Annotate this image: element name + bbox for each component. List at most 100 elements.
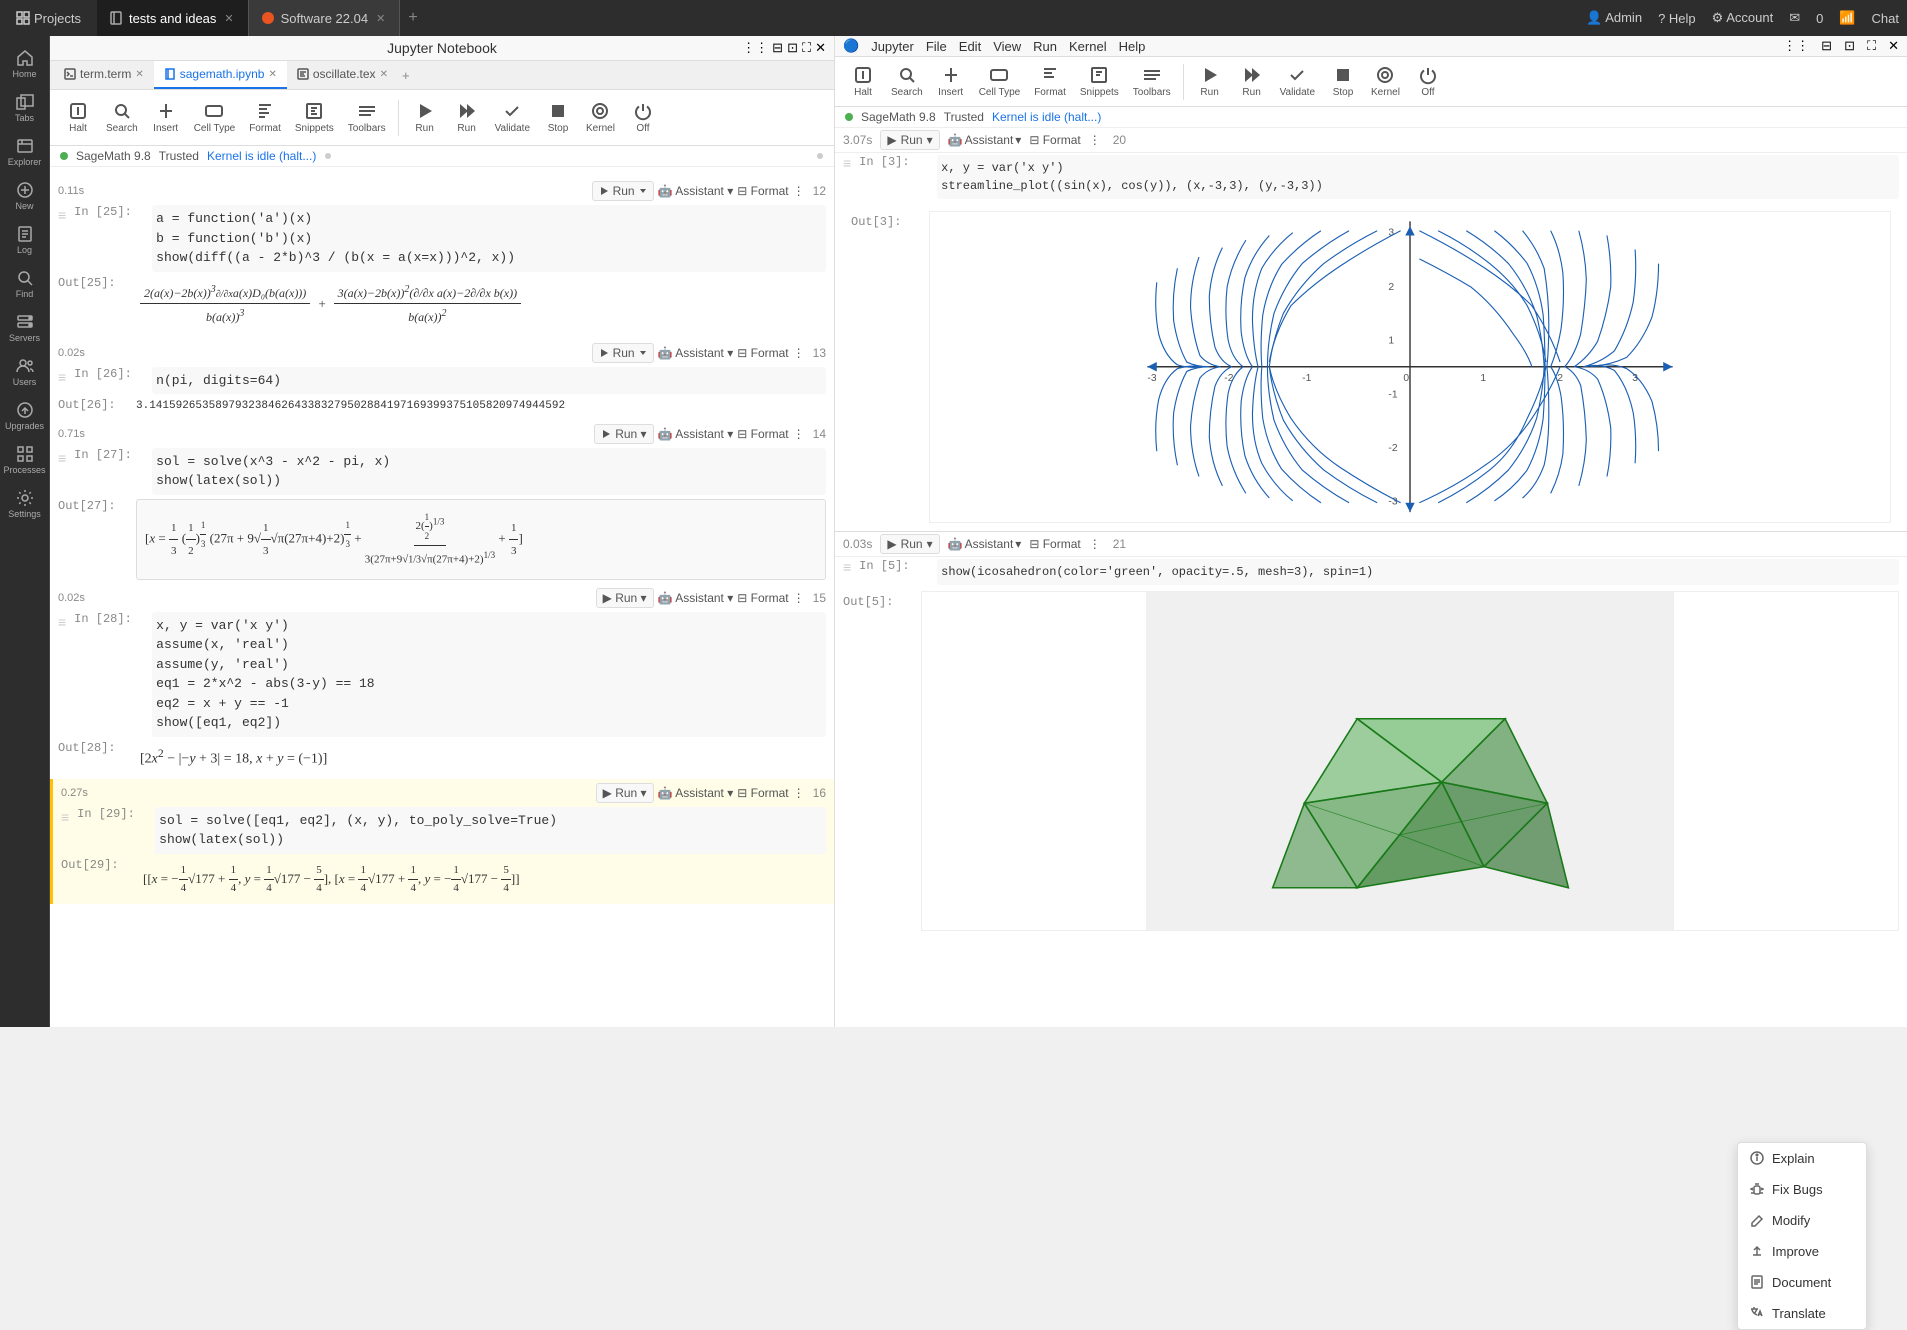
- sidebar-item-find[interactable]: Find: [5, 264, 45, 304]
- file-tab-term[interactable]: term.term ✕: [54, 61, 154, 89]
- dropdown-improve[interactable]: Improve: [1738, 1236, 1866, 1267]
- cell-28-drag[interactable]: ≡: [58, 612, 66, 630]
- expand-icon-right[interactable]: ⊡: [1844, 38, 1855, 54]
- close-icon-right[interactable]: ✕: [1888, 38, 1899, 54]
- kernel-btn-right[interactable]: Kernel: [1365, 61, 1406, 102]
- cell-type-btn-right[interactable]: Cell Type: [973, 61, 1027, 102]
- new-file-tab-btn[interactable]: +: [402, 68, 410, 83]
- right-bottom-menu[interactable]: ⋮: [1089, 537, 1101, 551]
- kernel-status-right[interactable]: Kernel is idle (halt...): [992, 110, 1101, 124]
- file-tab-close-term[interactable]: ✕: [135, 69, 143, 80]
- cell-27-format[interactable]: ⊟ Format: [737, 427, 788, 441]
- right-cell-3-code[interactable]: x, y = var('x y') streamline_plot((sin(x…: [937, 155, 1899, 199]
- menu-dots-right[interactable]: ⋮⋮: [1783, 38, 1809, 54]
- dropdown-explain[interactable]: Explain: [1738, 1143, 1866, 1174]
- stop-button[interactable]: Stop: [538, 97, 578, 138]
- right-cell-5-drag[interactable]: ≡: [843, 559, 851, 575]
- edit-menu[interactable]: Edit: [959, 39, 981, 54]
- run2-btn-right[interactable]: Run: [1232, 61, 1272, 102]
- cell-29-menu[interactable]: ⋮: [793, 786, 805, 800]
- admin-link[interactable]: 👤 Admin: [1586, 10, 1642, 26]
- split-icon-left[interactable]: ⊟: [772, 40, 783, 56]
- cell-28-format[interactable]: ⊟ Format: [737, 591, 788, 605]
- tab-software[interactable]: Software 22.04 ✕: [249, 0, 401, 36]
- file-tab-sagemath[interactable]: sagemath.ipynb ✕: [154, 61, 287, 89]
- toolbars-button[interactable]: Toolbars: [342, 97, 392, 138]
- run-button[interactable]: Run: [405, 97, 445, 138]
- dropdown-translate[interactable]: Translate: [1738, 1298, 1866, 1329]
- cell-25-format[interactable]: ⊟ Format: [737, 184, 788, 198]
- stop-btn-right[interactable]: Stop: [1323, 61, 1363, 102]
- file-tab-close-oscillate[interactable]: ✕: [380, 69, 388, 80]
- cell-type-button[interactable]: Cell Type: [188, 97, 242, 138]
- right-top-format[interactable]: ⊟ Format: [1029, 133, 1080, 147]
- cell-29-drag[interactable]: ≡: [61, 807, 69, 825]
- right-top-run[interactable]: ▶ Run ▾: [880, 130, 939, 150]
- help-link[interactable]: ? Help: [1658, 11, 1696, 26]
- format-btn-right[interactable]: Format: [1028, 61, 1072, 102]
- validate-button[interactable]: Validate: [489, 97, 536, 138]
- right-top-menu[interactable]: ⋮: [1089, 133, 1101, 147]
- right-bottom-format[interactable]: ⊟ Format: [1029, 537, 1080, 551]
- jupyter-label-right[interactable]: Jupyter: [871, 39, 914, 54]
- cell-27-drag[interactable]: ≡: [58, 448, 66, 466]
- cell-28-assistant[interactable]: 🤖 Assistant ▾: [658, 591, 734, 605]
- dropdown-modify[interactable]: Modify: [1738, 1205, 1866, 1236]
- dropdown-document[interactable]: Document: [1738, 1267, 1866, 1298]
- run2-button[interactable]: Run: [447, 97, 487, 138]
- sidebar-item-tabs[interactable]: Tabs: [5, 88, 45, 128]
- cell-27-run[interactable]: Run ▾: [594, 424, 653, 444]
- cell-27-code[interactable]: sol = solve(x^3 - x^2 - pi, x) show(late…: [152, 448, 826, 495]
- cell-25-assistant[interactable]: 🤖 Assistant ▾: [658, 184, 734, 198]
- cell-26-assistant[interactable]: 🤖 Assistant ▾: [658, 346, 734, 360]
- cell-28-run[interactable]: ▶ Run ▾: [596, 588, 654, 608]
- file-menu[interactable]: File: [926, 39, 947, 54]
- file-tab-oscillate[interactable]: oscillate.tex ✕: [287, 61, 398, 89]
- cell-29-code[interactable]: sol = solve([eq1, eq2], (x, y), to_poly_…: [155, 807, 826, 854]
- right-bottom-assistant[interactable]: 🤖 Assistant ▾: [948, 537, 1022, 551]
- search-btn-right[interactable]: Search: [885, 61, 929, 102]
- snippets-button[interactable]: Snippets: [289, 97, 340, 138]
- sidebar-item-settings[interactable]: Settings: [5, 484, 45, 524]
- off-button[interactable]: Off: [623, 97, 663, 138]
- tab-tests-and-ideas[interactable]: tests and ideas ✕: [97, 0, 249, 36]
- fullscreen-icon-right[interactable]: ⛶: [1867, 38, 1876, 54]
- cell-25-run[interactable]: Run: [592, 181, 654, 201]
- kernel-status-left[interactable]: Kernel is idle (halt...): [207, 149, 316, 163]
- validate-btn-right[interactable]: Validate: [1274, 61, 1321, 102]
- menu-icon-left[interactable]: ⋮⋮: [742, 40, 768, 56]
- sidebar-item-new[interactable]: New: [5, 176, 45, 216]
- expand-icon-left[interactable]: ⊡: [787, 40, 798, 56]
- cell-26-menu[interactable]: ⋮: [793, 346, 805, 360]
- cell-27-menu[interactable]: ⋮: [793, 427, 805, 441]
- insert-button[interactable]: Insert: [146, 97, 186, 138]
- cell-26-code[interactable]: n(pi, digits=64): [152, 367, 826, 395]
- file-tab-close-sagemath[interactable]: ✕: [268, 69, 276, 80]
- right-cell-5-code[interactable]: show(icosahedron(color='green', opacity=…: [937, 559, 1899, 585]
- run-btn-right[interactable]: Run: [1190, 61, 1230, 102]
- insert-btn-right[interactable]: Insert: [931, 61, 971, 102]
- tab-close-0[interactable]: ✕: [222, 10, 235, 27]
- cell-26-drag[interactable]: ≡: [58, 367, 66, 385]
- dropdown-fix-bugs[interactable]: Fix Bugs: [1738, 1174, 1866, 1205]
- cell-28-code[interactable]: x, y = var('x y') assume(x, 'real') assu…: [152, 612, 826, 737]
- sidebar-item-servers[interactable]: Servers: [5, 308, 45, 348]
- right-bottom-run[interactable]: ▶ Run ▾: [880, 534, 939, 554]
- view-menu[interactable]: View: [993, 39, 1021, 54]
- kernel-button[interactable]: Kernel: [580, 97, 621, 138]
- sidebar-item-explorer[interactable]: Explorer: [5, 132, 45, 172]
- kernel-menu[interactable]: Kernel: [1069, 39, 1107, 54]
- add-tab-button[interactable]: +: [400, 0, 425, 36]
- cell-29-run[interactable]: ▶ Run ▾: [596, 783, 654, 803]
- right-top-assistant[interactable]: 🤖 Assistant ▾: [948, 133, 1022, 147]
- sidebar-item-upgrades[interactable]: Upgrades: [5, 396, 45, 436]
- split-icon-right[interactable]: ⊟: [1821, 38, 1832, 54]
- cell-25-menu[interactable]: ⋮: [793, 184, 805, 198]
- search-button[interactable]: Search: [100, 97, 144, 138]
- cell-26-run[interactable]: Run: [592, 343, 654, 363]
- sidebar-item-log[interactable]: Log: [5, 220, 45, 260]
- format-button-left[interactable]: Format: [243, 97, 287, 138]
- halt-button[interactable]: Halt: [58, 97, 98, 138]
- cell-27-assistant[interactable]: 🤖 Assistant ▾: [658, 427, 734, 441]
- cell-29-format[interactable]: ⊟ Format: [737, 786, 788, 800]
